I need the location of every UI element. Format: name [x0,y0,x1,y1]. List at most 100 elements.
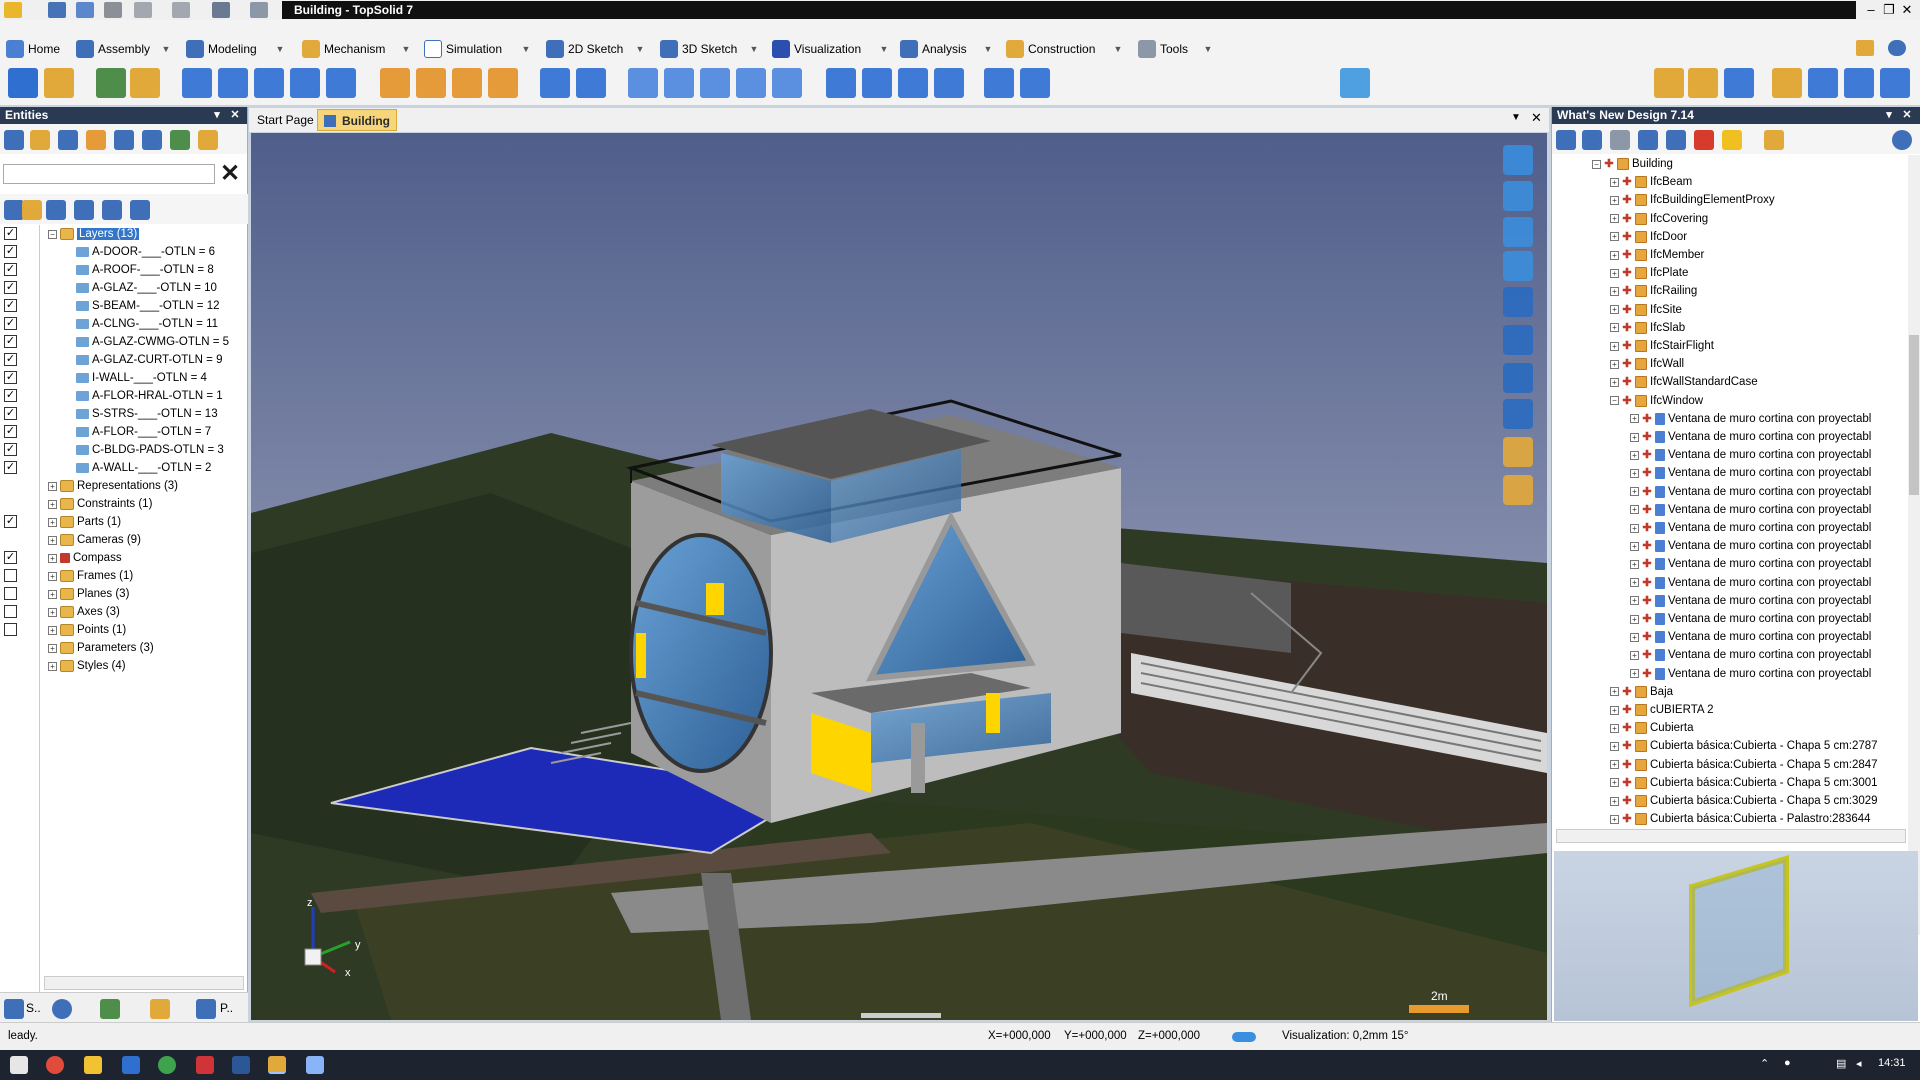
layer-item[interactable]: S-BEAM-___-OTLN = 12 [76,297,220,315]
expand-toggle-icon[interactable]: + [48,571,57,581]
expand-toggle-icon[interactable]: + [48,661,57,671]
word-icon[interactable] [232,1056,250,1074]
ifc-tree-horizontal-scrollbar[interactable] [1556,829,1906,843]
visibility-checkbox[interactable]: ✓ [4,335,17,348]
visibility-checkbox[interactable] [4,569,17,582]
sketch-pen-icon[interactable] [212,2,230,18]
tray-chevron-icon[interactable]: ⌃ [1760,1057,1769,1070]
ifc-object-item[interactable]: + ✚ Ventana de muro cortina con proyectabl [1630,410,1871,428]
outlook-icon[interactable] [122,1056,140,1074]
ifc-node-item[interactable]: + ✚ IfcPlate [1610,264,1688,282]
file-explorer-icon[interactable] [84,1056,102,1074]
expand-toggle-icon[interactable]: − [1592,159,1601,169]
expand-toggle-icon[interactable]: + [1630,669,1639,679]
ifc-node-item[interactable]: + ✚ Baja [1610,683,1673,701]
part-icon[interactable] [8,68,38,98]
expand-toggle-icon[interactable]: + [1610,359,1619,369]
show-icon[interactable] [4,200,24,220]
redo-icon[interactable] [172,2,190,18]
tree-item[interactable]: − Layers (13) [48,225,140,243]
layer-item[interactable]: A-GLAZ-CURT-OTLN = 9 [76,351,222,369]
tab-2d-sketch[interactable]: 2D Sketch [546,38,623,60]
columns-icon[interactable] [130,200,150,220]
visibility-checkbox[interactable]: ✓ [4,515,17,528]
repeat-3-icon[interactable] [898,68,928,98]
layer-item[interactable]: I-WALL-___-OTLN = 4 [76,369,207,387]
layer-item[interactable]: C-BLDG-PADS-OTLN = 3 [76,441,224,459]
ifc-object-item[interactable]: + ✚ Ventana de muro cortina con proyectabl [1630,592,1871,610]
tab-analysis[interactable]: Analysis [900,38,967,60]
constraint-1-icon[interactable] [182,68,212,98]
tree-view-icon[interactable] [1582,130,1602,150]
constraint-3-icon[interactable] [254,68,284,98]
settings-gear-icon[interactable] [52,999,72,1019]
rename-icon[interactable] [198,130,218,150]
expand-toggle-icon[interactable]: + [1630,487,1639,497]
doc-tools-4-icon[interactable] [1772,68,1802,98]
ifc-node-item[interactable]: + ✚ IfcBeam [1610,173,1692,191]
tab-mechanism[interactable]: Mechanism [302,38,385,60]
bottom-tab-icon-4[interactable] [150,999,170,1019]
ifc-object-item[interactable]: + ✚ Ventana de muro cortina con proyectabl [1630,483,1871,501]
expand-toggle-icon[interactable]: + [1630,468,1639,478]
entities-horizontal-scrollbar[interactable] [44,976,244,990]
include-icon[interactable] [96,68,126,98]
refresh-icon[interactable] [250,2,268,18]
visibility-checkbox[interactable]: ✓ [4,299,17,312]
ifc-object-item[interactable]: + ✚ Ventana de muro cortina con proyectabl [1630,628,1871,646]
visibility-checkbox[interactable] [4,605,17,618]
find-icon[interactable] [30,130,50,150]
visibility-checkbox[interactable]: ✓ [4,407,17,420]
ifc-object-item[interactable]: + ✚ Ventana de muro cortina con proyectabl [1630,519,1871,537]
layer-item[interactable]: A-GLAZ-CWMG-OTLN = 5 [76,333,229,351]
expand-toggle-icon[interactable]: + [1610,268,1619,278]
tree-item[interactable]: + Cameras (9) [48,531,141,549]
expand-toggle-icon[interactable]: + [1610,250,1619,260]
expand-toggle-icon[interactable]: + [1610,377,1619,387]
pin-icon[interactable]: ▾ [1882,107,1896,124]
expand-toggle-icon[interactable]: + [48,643,57,653]
ifc-node-item[interactable]: + ✚ IfcSite [1610,301,1682,319]
ifc-object-item[interactable]: + ✚ Ventana de muro cortina con proyectabl [1630,610,1871,628]
measure-icon[interactable] [1503,475,1533,505]
ifc-object-item[interactable]: + ✚ Ventana de muro cortina con proyectabl [1630,537,1871,555]
help-icon[interactable] [1892,130,1912,150]
expand-toggle-icon[interactable]: + [48,535,57,545]
expand-toggle-icon[interactable]: + [1630,523,1639,533]
explode-2-icon[interactable] [1020,68,1050,98]
ifc-object-item[interactable]: + ✚ Ventana de muro cortina con proyectabl [1630,665,1871,683]
expand-toggle-icon[interactable]: + [1630,578,1639,588]
expand-toggle-icon[interactable]: + [48,607,57,617]
tab-home[interactable]: Home [6,38,60,60]
bottom-tab-label-1[interactable]: S.. [26,1001,41,1015]
ifc-object-item[interactable]: + ✚ Ventana de muro cortina con proyectabl [1630,501,1871,519]
tree-item[interactable]: + Frames (1) [48,567,133,585]
filter-tree-icon[interactable] [142,130,162,150]
joint-2-icon[interactable] [416,68,446,98]
expand-toggle-icon[interactable]: + [1610,286,1619,296]
print-icon[interactable] [104,2,122,18]
ifc-node-item[interactable]: + ✚ IfcWallStandardCase [1610,373,1758,391]
ifc-node-item[interactable]: + ✚ Cubierta [1610,719,1693,737]
expand-toggle-icon[interactable]: + [1610,341,1619,351]
clear-search-icon[interactable]: ✕ [218,162,242,186]
visibility-checkbox[interactable]: ✓ [4,317,17,330]
doc-tools-7-icon[interactable] [1880,68,1910,98]
expand-toggle-icon[interactable]: + [1610,214,1619,224]
expand-toggle-icon[interactable]: + [48,625,57,635]
layer-icon[interactable] [86,130,106,150]
expand-toggle-icon[interactable]: + [1610,232,1619,242]
tab-simulation[interactable]: Simulation [424,38,502,60]
visualization-mode-icon[interactable] [1232,1032,1256,1042]
layers-icon[interactable] [1666,130,1686,150]
ifc-node-item[interactable]: + ✚ cUBIERTA 2 [1610,701,1714,719]
layer-item[interactable]: A-FLOR-___-OTLN = 7 [76,423,211,441]
camera-icon[interactable] [1503,217,1533,247]
hide-icon[interactable] [22,200,42,220]
delete-icon[interactable] [1610,130,1630,150]
3d-viewport[interactable]: z y x 2m [251,133,1547,1020]
ifc-node-item[interactable]: + ✚ Cubierta básica:Cubierta - Chapa 5 cm:… [1610,774,1878,792]
app-logo-icon[interactable] [4,2,22,18]
layer-item[interactable]: S-STRS-___-OTLN = 13 [76,405,218,423]
expand-toggle-icon[interactable]: + [48,481,57,491]
